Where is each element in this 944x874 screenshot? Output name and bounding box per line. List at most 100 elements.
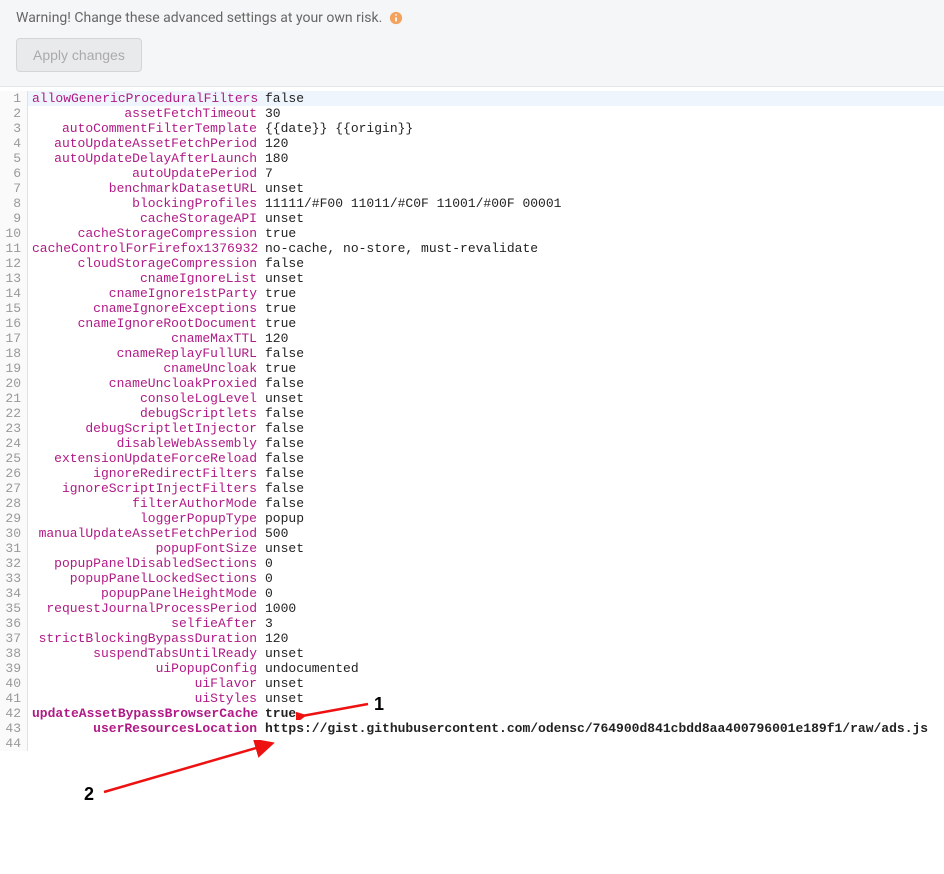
line-content[interactable]: popupPanelLockedSections0 [28,571,944,586]
setting-value[interactable]: 0 [257,571,273,586]
setting-value[interactable]: false [257,406,304,421]
editor-line[interactable]: 37strictBlockingBypassDuration120 [0,631,944,646]
editor-line[interactable]: 36selfieAfter3 [0,616,944,631]
editor-line[interactable]: 20cnameUncloakProxiedfalse [0,376,944,391]
line-content[interactable]: popupPanelDisabledSections0 [28,556,944,571]
setting-value[interactable]: 30 [257,106,281,121]
setting-value[interactable]: no-cache, no-store, must-revalidate [257,241,538,256]
setting-value[interactable]: false [257,481,304,496]
line-content[interactable]: cnameUncloakProxiedfalse [28,376,944,391]
line-content[interactable]: cnameIgnoreListunset [28,271,944,286]
setting-value[interactable]: {{date}} {{origin}} [257,121,413,136]
editor-line[interactable]: 40uiFlavorunset [0,676,944,691]
setting-value[interactable]: unset [257,271,304,286]
editor-line[interactable]: 42updateAssetBypassBrowserCachetrue [0,706,944,721]
setting-value[interactable]: true [257,226,296,241]
setting-value[interactable]: false [257,421,304,436]
line-content[interactable]: consoleLogLevelunset [28,391,944,406]
setting-value[interactable]: 120 [257,331,288,346]
line-content[interactable]: cacheStorageAPIunset [28,211,944,226]
setting-value[interactable]: true [257,706,296,721]
editor-line[interactable]: 34popupPanelHeightMode0 [0,586,944,601]
line-content[interactable]: benchmarkDatasetURLunset [28,181,944,196]
editor-line[interactable]: 39uiPopupConfigundocumented [0,661,944,676]
setting-value[interactable]: 3 [257,616,273,631]
line-content[interactable]: cnameIgnoreRootDocumenttrue [28,316,944,331]
setting-value[interactable]: 500 [257,526,288,541]
line-content[interactable]: autoCommentFilterTemplate{{date}} {{orig… [28,121,944,136]
line-content[interactable]: strictBlockingBypassDuration120 [28,631,944,646]
editor-line[interactable]: 2assetFetchTimeout30 [0,106,944,121]
setting-value[interactable]: true [257,361,296,376]
editor-line[interactable]: 43userResourcesLocationhttps://gist.gith… [0,721,944,736]
editor-line[interactable]: 8blockingProfiles11111/#F00 11011/#C0F 1… [0,196,944,211]
setting-value[interactable]: 0 [257,556,273,571]
line-content[interactable]: cacheStorageCompressiontrue [28,226,944,241]
editor-line[interactable]: 19cnameUncloaktrue [0,361,944,376]
editor-line[interactable]: 12cloudStorageCompressionfalse [0,256,944,271]
editor-line[interactable]: 32popupPanelDisabledSections0 [0,556,944,571]
line-content[interactable]: cnameReplayFullURLfalse [28,346,944,361]
editor-line[interactable]: 22debugScriptletsfalse [0,406,944,421]
line-content[interactable]: filterAuthorModefalse [28,496,944,511]
editor-line[interactable]: 17cnameMaxTTL120 [0,331,944,346]
line-content[interactable]: disableWebAssemblyfalse [28,436,944,451]
setting-value[interactable]: unset [257,211,304,226]
editor-line[interactable]: 3autoCommentFilterTemplate{{date}} {{ori… [0,121,944,136]
editor-line[interactable]: 14cnameIgnore1stPartytrue [0,286,944,301]
line-content[interactable]: uiPopupConfigundocumented [28,661,944,676]
setting-value[interactable]: unset [257,181,304,196]
line-content[interactable]: uiFlavorunset [28,676,944,691]
line-content[interactable]: extensionUpdateForceReloadfalse [28,451,944,466]
line-content[interactable]: assetFetchTimeout30 [28,106,944,121]
editor-line[interactable]: 10cacheStorageCompressiontrue [0,226,944,241]
editor-line[interactable]: 29loggerPopupTypepopup [0,511,944,526]
line-content[interactable]: popupFontSizeunset [28,541,944,556]
setting-value[interactable]: unset [257,691,304,706]
editor-line[interactable]: 18cnameReplayFullURLfalse [0,346,944,361]
editor-line[interactable]: 24disableWebAssemblyfalse [0,436,944,451]
setting-value[interactable]: false [257,451,304,466]
line-content[interactable]: blockingProfiles11111/#F00 11011/#C0F 11… [28,196,944,211]
editor-line[interactable]: 5autoUpdateDelayAfterLaunch180 [0,151,944,166]
editor-line[interactable]: 35requestJournalProcessPeriod1000 [0,601,944,616]
editor-line[interactable]: 9cacheStorageAPIunset [0,211,944,226]
editor-line[interactable]: 41uiStylesunset [0,691,944,706]
line-content[interactable]: autoUpdateDelayAfterLaunch180 [28,151,944,166]
line-content[interactable]: cnameIgnore1stPartytrue [28,286,944,301]
setting-value[interactable]: undocumented [257,661,359,676]
setting-value[interactable]: https://gist.githubusercontent.com/odens… [257,721,928,736]
line-content[interactable] [28,736,944,751]
line-content[interactable]: autoUpdatePeriod7 [28,166,944,181]
setting-value[interactable]: false [257,496,304,511]
setting-value[interactable]: 1000 [257,601,296,616]
editor-line[interactable]: 7benchmarkDatasetURLunset [0,181,944,196]
setting-value[interactable]: 120 [257,631,288,646]
setting-value[interactable]: false [257,256,304,271]
editor-line[interactable]: 28filterAuthorModefalse [0,496,944,511]
line-content[interactable]: cnameMaxTTL120 [28,331,944,346]
editor-line[interactable]: 15cnameIgnoreExceptionstrue [0,301,944,316]
line-content[interactable]: manualUpdateAssetFetchPeriod500 [28,526,944,541]
line-content[interactable]: popupPanelHeightMode0 [28,586,944,601]
line-content[interactable]: updateAssetBypassBrowserCachetrue [28,706,944,721]
setting-value[interactable]: unset [257,541,304,556]
editor-line[interactable]: 33popupPanelLockedSections0 [0,571,944,586]
editor-line[interactable]: 25extensionUpdateForceReloadfalse [0,451,944,466]
editor-line[interactable]: 38suspendTabsUntilReadyunset [0,646,944,661]
editor-line[interactable]: 1allowGenericProceduralFiltersfalse [0,91,944,106]
editor-line[interactable]: 13cnameIgnoreListunset [0,271,944,286]
setting-value[interactable]: 120 [257,136,288,151]
line-content[interactable]: debugScriptletInjectorfalse [28,421,944,436]
setting-value[interactable]: 180 [257,151,288,166]
editor-line[interactable]: 11cacheControlForFirefox1376932no-cache,… [0,241,944,256]
line-content[interactable]: selfieAfter3 [28,616,944,631]
setting-value[interactable]: unset [257,646,304,661]
apply-changes-button[interactable]: Apply changes [16,38,142,72]
line-content[interactable]: requestJournalProcessPeriod1000 [28,601,944,616]
editor-line[interactable]: 6autoUpdatePeriod7 [0,166,944,181]
line-content[interactable]: autoUpdateAssetFetchPeriod120 [28,136,944,151]
line-content[interactable]: userResourcesLocationhttps://gist.github… [28,721,944,736]
editor-line[interactable]: 21consoleLogLevelunset [0,391,944,406]
setting-value[interactable]: false [257,436,304,451]
